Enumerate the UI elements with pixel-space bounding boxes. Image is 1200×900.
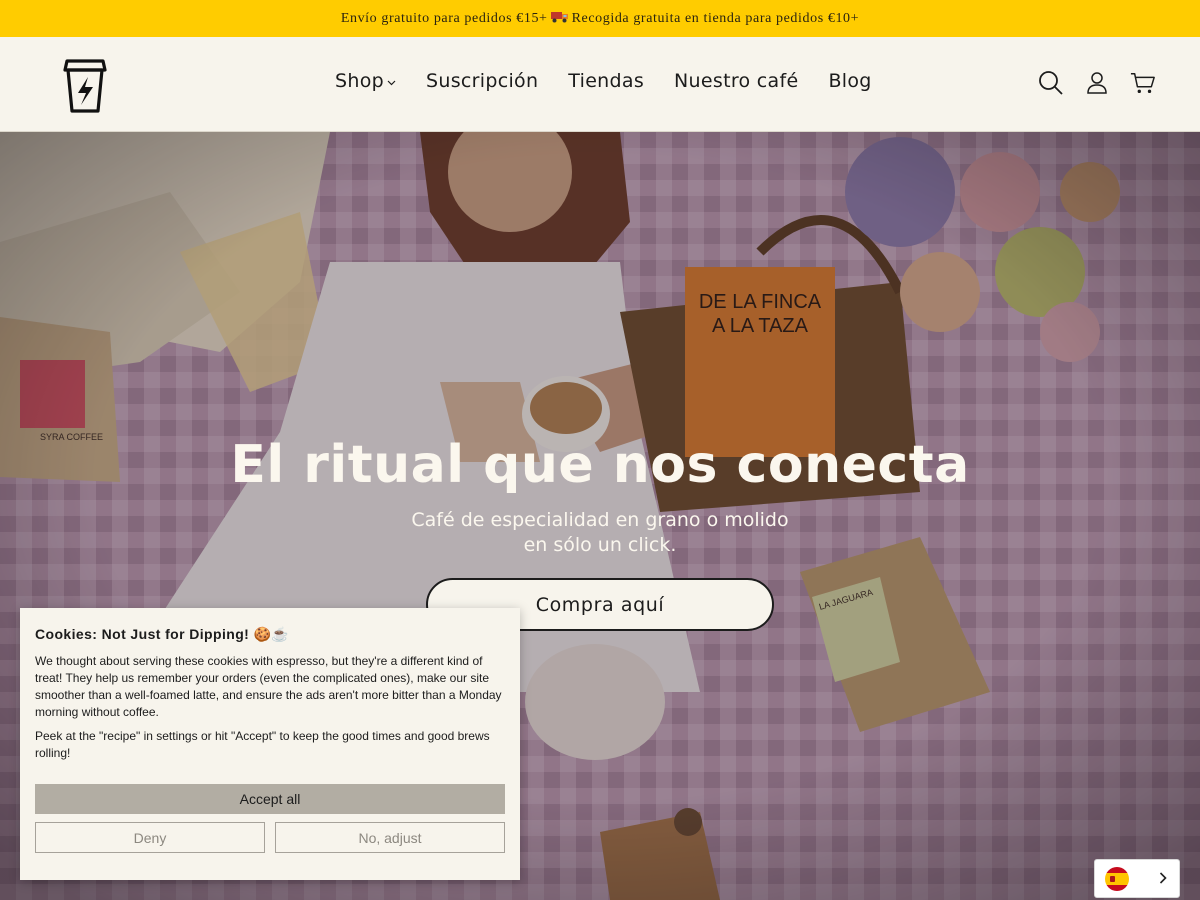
coffee-cup-lightning-logo[interactable] xyxy=(60,57,110,115)
hero-title: El ritual que nos conecta xyxy=(230,435,970,495)
cookie-banner: Cookies: Not Just for Dipping! 🍪☕ We tho… xyxy=(20,608,520,880)
cart-icon[interactable] xyxy=(1130,70,1156,96)
truck-icon xyxy=(550,10,569,28)
announcement-bar: Envío gratuito para pedidos €15+ Recogid… xyxy=(0,0,1200,37)
search-icon[interactable] xyxy=(1038,70,1064,96)
accept-all-button[interactable]: Accept all xyxy=(35,784,505,814)
chevron-right-icon xyxy=(1159,869,1167,888)
deny-button[interactable]: Deny xyxy=(35,822,265,853)
hero-subtitle-line1: Café de especialidad en grano o molido xyxy=(411,509,789,531)
nav-label-suscripcion: Suscripción xyxy=(426,70,539,92)
nav-label-blog: Blog xyxy=(828,70,872,92)
adjust-button[interactable]: No, adjust xyxy=(275,822,505,853)
hero-subtitle: Café de especialidad en grano o molido e… xyxy=(0,508,1200,558)
main-nav: Shop Suscripción Tiendas Nuestro café Bl… xyxy=(335,70,902,92)
cookie-title: Cookies: Not Just for Dipping! 🍪☕ xyxy=(35,626,290,642)
nav-item-nuestro-cafe[interactable]: Nuestro café xyxy=(674,70,798,92)
announcement-text-2: Recogida gratuita en tienda para pedidos… xyxy=(571,10,860,26)
spain-flag-icon xyxy=(1105,866,1129,891)
nav-item-shop[interactable]: Shop xyxy=(335,70,396,92)
account-icon[interactable] xyxy=(1084,70,1110,96)
language-selector[interactable] xyxy=(1094,859,1180,898)
nav-label-nuestro-cafe: Nuestro café xyxy=(674,70,799,92)
nav-item-tiendas[interactable]: Tiendas xyxy=(568,70,644,92)
nav-item-suscripcion[interactable]: Suscripción xyxy=(426,70,538,92)
announcement-text-1: Envío gratuito para pedidos €15+ xyxy=(340,10,548,26)
nav-label-shop: Shop xyxy=(335,70,384,92)
site-header: Shop Suscripción Tiendas Nuestro café Bl… xyxy=(0,37,1200,132)
chevron-down-icon xyxy=(387,78,396,89)
hero-subtitle-line2: en sólo un click. xyxy=(523,534,677,556)
nav-label-tiendas: Tiendas xyxy=(568,70,645,92)
cookie-text-1: We thought about serving these cookies w… xyxy=(35,654,502,719)
cookie-text-2: Peek at the "recipe" in settings or hit … xyxy=(35,729,490,760)
nav-item-blog[interactable]: Blog xyxy=(828,70,871,92)
header-icons xyxy=(1038,70,1156,96)
